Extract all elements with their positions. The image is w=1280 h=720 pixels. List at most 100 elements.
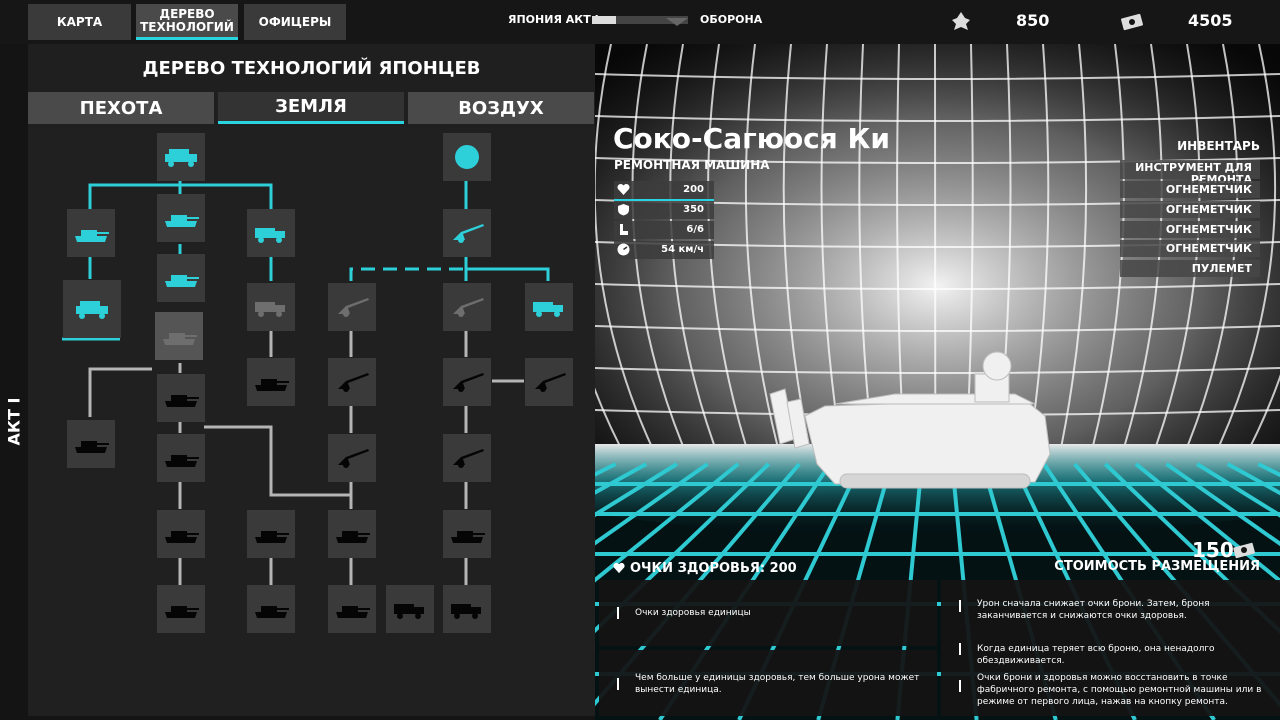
unit-silhouette-icon	[338, 449, 369, 468]
tech-node[interactable]	[67, 209, 115, 257]
money-value: 4505	[1188, 11, 1233, 30]
unit-silhouette-icon	[455, 145, 479, 169]
tech-node[interactable]	[157, 254, 205, 302]
tech-node[interactable]	[328, 434, 376, 482]
tech-node[interactable]	[443, 209, 491, 257]
stat-crew: 6/6	[614, 221, 714, 239]
manpower-icon	[952, 12, 970, 30]
inventory-title: ИНВЕНТАРЬ	[1177, 139, 1260, 153]
info-bullet	[959, 600, 961, 612]
tech-node[interactable]	[328, 358, 376, 406]
tech-node[interactable]	[328, 510, 376, 558]
info-text: Очки брони и здоровья можно восстановить…	[977, 673, 1262, 707]
unit-silhouette-icon	[75, 441, 109, 453]
unit-silhouette-icon	[336, 606, 370, 618]
act-label: ЯПОНИЯ АКТ I	[508, 13, 599, 26]
tech-node-selected[interactable]	[155, 312, 203, 360]
info-card: Очки здоровья единицы	[599, 580, 937, 646]
money-icon	[1233, 542, 1255, 559]
stat-crew-value: 6/6	[686, 224, 704, 235]
unit-model-track	[839, 473, 1031, 489]
heart-icon	[617, 183, 630, 195]
tech-node[interactable]	[247, 358, 295, 406]
unit-silhouette-icon	[533, 302, 563, 317]
unit-silhouette-icon	[75, 230, 109, 242]
tech-node[interactable]	[525, 283, 573, 331]
tech-node[interactable]	[443, 434, 491, 482]
inventory-item: ОГНЕМЕТЧИК	[1120, 201, 1260, 218]
tech-tree-title: ДЕРЕВО ТЕХНОЛОГИЙ ЯПОНЦЕВ	[142, 58, 481, 79]
act-progress-bar	[592, 16, 688, 26]
inventory-item-label: ОГНЕМЕТЧИК	[1165, 242, 1252, 255]
defense-mode-label: ОБОРОНА	[700, 13, 763, 26]
tech-node[interactable]	[386, 585, 434, 633]
unit-silhouette-icon	[165, 606, 199, 618]
tab-map[interactable]: КАРТА	[28, 4, 131, 40]
tech-node[interactable]	[443, 585, 491, 633]
tech-node[interactable]	[328, 283, 376, 331]
unit-silhouette-icon	[394, 604, 424, 619]
unit-silhouette-icon	[255, 302, 285, 317]
unit-silhouette-icon	[338, 373, 369, 392]
unit-silhouette-icon	[165, 531, 199, 543]
tab-officers[interactable]: ОФИЦЕРЫ	[244, 4, 346, 40]
connector-teal	[464, 256, 550, 281]
tech-node[interactable]	[157, 434, 205, 482]
tech-node[interactable]	[525, 358, 573, 406]
unit-silhouette-icon	[165, 275, 199, 287]
tech-node[interactable]	[157, 585, 205, 633]
info-text: Урон сначала снижает очки брони. Затем, …	[977, 599, 1210, 621]
tech-node[interactable]	[63, 280, 121, 338]
tech-node[interactable]	[328, 585, 376, 633]
unit-model-turret-top	[982, 351, 1012, 381]
tech-node[interactable]	[443, 283, 491, 331]
speedometer-icon	[617, 243, 630, 256]
shield-icon	[618, 204, 629, 216]
info-text: Когда единица теряет всю броню, она нена…	[977, 644, 1215, 666]
manpower-value: 850	[1016, 11, 1050, 30]
connector-teal-dashed	[349, 267, 466, 281]
tech-node[interactable]	[247, 209, 295, 257]
tab-air[interactable]: ВОЗДУХ	[408, 92, 594, 124]
tech-node[interactable]	[443, 510, 491, 558]
info-card: Чем больше у единицы здоровья, тем больш…	[599, 650, 937, 716]
tech-node[interactable]	[157, 510, 205, 558]
heart-icon	[613, 562, 625, 574]
tech-node[interactable]	[443, 358, 491, 406]
inventory-item: ПУЛЕМЕТ	[1120, 260, 1260, 277]
tech-node[interactable]	[247, 283, 295, 331]
inventory-item: ОГНЕМЕТЧИК	[1120, 221, 1260, 238]
info-bullet	[617, 678, 619, 690]
inventory-item-label: ОГНЕМЕТЧИК	[1165, 223, 1252, 236]
unit-silhouette-icon	[165, 149, 197, 167]
deploy-cost-label: СТОИМОСТЬ РАЗМЕЩЕНИЯ	[1054, 559, 1260, 574]
unit-silhouette-icon	[255, 379, 289, 391]
tech-node[interactable]	[157, 374, 205, 422]
inventory-item-label: ОГНЕМЕТЧИК	[1165, 203, 1252, 216]
seat-icon	[620, 224, 628, 235]
tab-tech-tree[interactable]: ДЕРЕВО ТЕХНОЛОГИЙ	[136, 4, 238, 40]
stat-armor: 350	[614, 201, 714, 219]
unit-silhouette-icon	[535, 373, 566, 392]
tech-node[interactable]	[157, 194, 205, 242]
tech-node[interactable]	[443, 133, 491, 181]
info-text: Чем больше у единицы здоровья, тем больш…	[635, 673, 920, 695]
unit-silhouette-icon	[336, 531, 370, 543]
stat-speed: 54 км/ч	[614, 241, 714, 259]
unit-silhouette-icon	[255, 228, 285, 243]
tech-node[interactable]	[67, 420, 115, 468]
info-card: Урон сначала снижает очки брони. Затем, …	[941, 580, 1280, 716]
unit-model-hull	[804, 399, 1051, 485]
act-sidebar-label: АКТ I	[4, 397, 24, 446]
tab-ground[interactable]: ЗЕМЛЯ	[218, 92, 404, 124]
tab-infantry[interactable]: ПЕХОТА	[28, 92, 214, 124]
unit-silhouette-icon	[453, 373, 484, 392]
tech-node[interactable]	[247, 510, 295, 558]
inventory-item-label: ПУЛЕМЕТ	[1191, 262, 1252, 275]
tech-node[interactable]	[247, 585, 295, 633]
unit-silhouette-icon	[165, 455, 199, 467]
info-bullet	[617, 607, 619, 619]
unit-silhouette-icon	[453, 298, 484, 317]
inventory-item: ОГНЕМЕТЧИК	[1120, 240, 1260, 257]
tech-node[interactable]	[157, 133, 205, 181]
